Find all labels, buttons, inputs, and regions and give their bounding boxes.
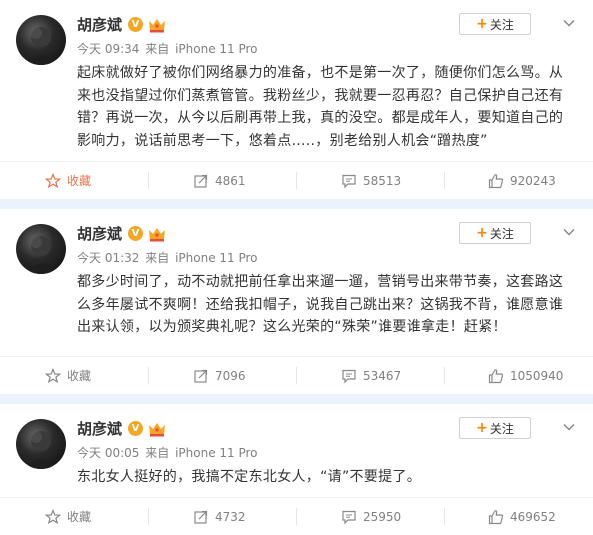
username[interactable]: 胡彦斌 (77, 223, 122, 244)
username[interactable]: 胡彦斌 (77, 14, 122, 35)
chevron-down-icon[interactable] (562, 420, 576, 434)
like-count: 920243 (510, 173, 556, 188)
repost-button[interactable]: 4861 (193, 162, 246, 199)
divider (444, 508, 445, 525)
thumbs-up-icon (488, 173, 504, 188)
username[interactable]: 胡彦斌 (77, 418, 122, 439)
follow-label: 关注 (489, 226, 514, 241)
weibo-post: 胡彦斌 今天 01:32 来自 iPhone 11 Pro + 关注 都多少时间… (0, 209, 593, 394)
comment-button[interactable]: 25950 (341, 498, 401, 535)
repost-button[interactable]: 7096 (193, 357, 246, 394)
post-time[interactable]: 今天 09:34 (77, 42, 139, 56)
comment-icon (342, 510, 356, 524)
verified-v-icon (128, 17, 144, 32)
favorite-label: 收藏 (67, 369, 92, 383)
like-button[interactable]: 920243 (488, 162, 556, 199)
crown-icon (149, 227, 166, 241)
divider (444, 367, 445, 384)
favorite-button[interactable]: 收藏 (45, 498, 91, 535)
comment-button[interactable]: 58513 (341, 162, 401, 199)
verified-v-icon (128, 421, 144, 436)
repost-count: 4732 (215, 509, 246, 524)
thumbs-up-icon (488, 509, 504, 524)
star-icon (45, 172, 61, 188)
crown-icon (149, 422, 166, 436)
post-actions: 收藏 4861 58513 920243 (0, 161, 593, 199)
repost-icon (194, 174, 208, 188)
follow-label: 关注 (489, 421, 514, 436)
weibo-post: 胡彦斌 今天 09:34 来自 iPhone 11 Pro + 关注 起床就做好… (0, 0, 593, 199)
post-actions: 收藏 4732 25950 469652 (0, 497, 593, 535)
like-button[interactable]: 1050940 (488, 357, 563, 394)
divider (148, 367, 149, 384)
favorite-button[interactable]: 收藏 (45, 357, 91, 394)
favorite-label: 收藏 (67, 174, 92, 188)
comment-button[interactable]: 53467 (341, 357, 401, 394)
comment-icon (342, 174, 356, 188)
divider (444, 172, 445, 189)
post-time[interactable]: 今天 01:32 (77, 251, 139, 265)
plus-icon: + (476, 16, 488, 32)
repost-icon (194, 369, 208, 383)
divider (296, 172, 297, 189)
repost-icon (194, 510, 208, 524)
post-meta: 今天 09:34 来自 iPhone 11 Pro (77, 40, 260, 57)
thumbs-up-icon (488, 368, 504, 383)
post-from: 来自 (145, 446, 170, 460)
avatar[interactable] (16, 419, 66, 469)
star-icon (45, 367, 61, 383)
divider (148, 508, 149, 525)
verified-v-icon (128, 226, 144, 241)
favorite-label: 收藏 (67, 510, 92, 524)
repost-button[interactable]: 4732 (193, 498, 246, 535)
comment-icon (342, 369, 356, 383)
favorite-button[interactable]: 收藏 (45, 162, 91, 199)
post-time[interactable]: 今天 00:05 (77, 446, 139, 460)
post-device: iPhone 11 Pro (175, 446, 258, 460)
plus-icon: + (476, 420, 488, 436)
post-actions: 收藏 7096 53467 1050940 (0, 356, 593, 394)
weibo-feed: 胡彦斌 今天 09:34 来自 iPhone 11 Pro + 关注 起床就做好… (0, 0, 593, 535)
follow-label: 关注 (489, 17, 514, 32)
comment-count: 58513 (363, 173, 402, 188)
avatar[interactable] (16, 224, 66, 274)
plus-icon: + (476, 225, 488, 241)
divider (296, 367, 297, 384)
like-count: 469652 (510, 509, 556, 524)
star-icon (45, 508, 61, 524)
divider (148, 172, 149, 189)
avatar[interactable] (16, 15, 66, 65)
repost-count: 7096 (215, 368, 246, 383)
follow-button[interactable]: + 关注 (459, 417, 531, 439)
like-button[interactable]: 469652 (488, 498, 556, 535)
crown-icon (149, 18, 166, 32)
divider (296, 508, 297, 525)
repost-count: 4861 (215, 173, 246, 188)
comment-count: 53467 (363, 368, 402, 383)
post-content: 东北女人挺好的，我搞不定东北女人，“请”不要提了。 (77, 469, 422, 485)
post-content: 起床就做好了被你们网络暴力的准备，也不是第一次了，随便你们怎么骂。从来也没指望过… (77, 65, 564, 149)
post-device: iPhone 11 Pro (175, 42, 258, 56)
post-from: 来自 (145, 251, 170, 265)
post-content: 都多少时间了，动不动就把前任拿出来遛一遛，营销号出来带节奏，这套路这么多年屡试不… (77, 274, 564, 335)
like-count: 1050940 (510, 368, 564, 383)
follow-button[interactable]: + 关注 (459, 222, 531, 244)
post-meta: 今天 00:05 来自 iPhone 11 Pro (77, 444, 260, 461)
comment-count: 25950 (363, 509, 402, 524)
chevron-down-icon[interactable] (562, 225, 576, 239)
post-from: 来自 (145, 42, 170, 56)
post-device: iPhone 11 Pro (175, 251, 258, 265)
chevron-down-icon[interactable] (562, 16, 576, 30)
post-meta: 今天 01:32 来自 iPhone 11 Pro (77, 249, 260, 266)
follow-button[interactable]: + 关注 (459, 13, 531, 35)
weibo-post: 胡彦斌 今天 00:05 来自 iPhone 11 Pro + 关注 东北女人挺… (0, 404, 593, 535)
